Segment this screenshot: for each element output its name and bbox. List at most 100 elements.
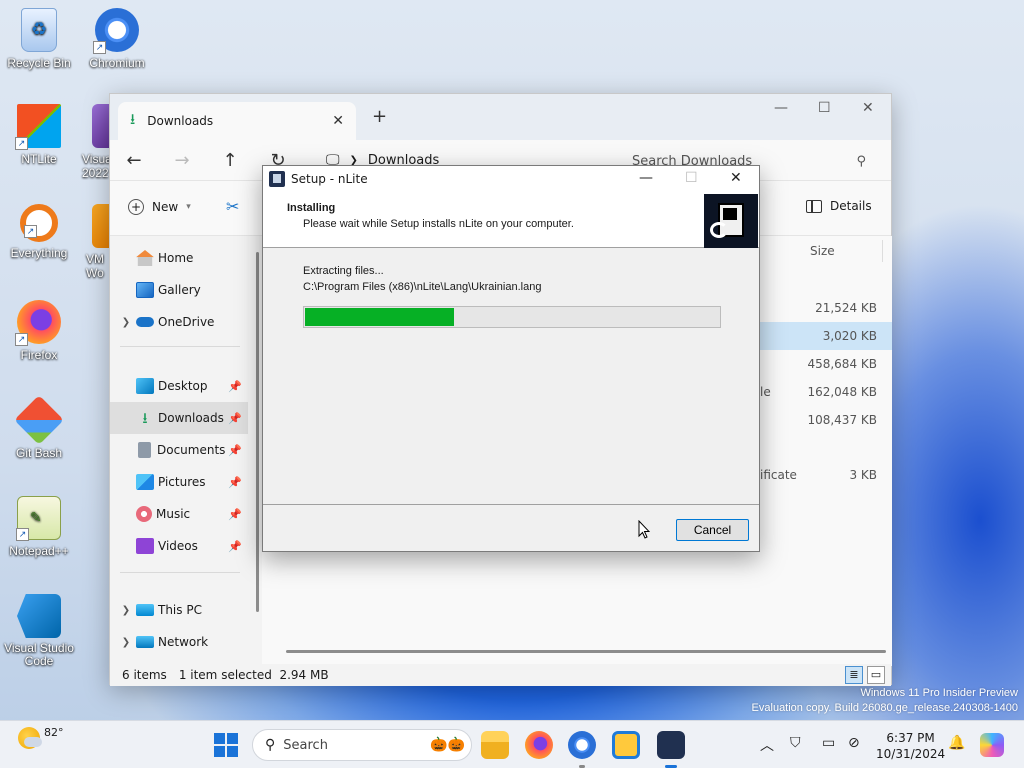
sidebar-item-label: Documents (157, 443, 226, 457)
back-button[interactable]: ← (110, 150, 158, 171)
dialog-title-bar[interactable]: Setup - nLite — ☐ ✕ (263, 166, 759, 192)
nlite-setup-taskbar-icon[interactable] (657, 731, 685, 768)
desktop-icon-notepad-plus-plus[interactable]: ✎ ↗ Notepad++ (1, 496, 77, 558)
network-status-icon[interactable]: ⛉ (790, 735, 801, 751)
mouse-cursor-icon (638, 520, 650, 539)
desktop-icon-vscode[interactable]: Visual Studio Code (1, 594, 77, 668)
desktop-icon-vmware[interactable]: VM Wo (72, 204, 112, 280)
sidebar-item-onedrive[interactable]: ❯ OneDrive (110, 306, 248, 338)
maximize-button: ☐ (685, 170, 698, 186)
desktop-icon-label: Everything (10, 246, 68, 260)
this-pc-icon (136, 604, 154, 616)
desktop-icon-firefox[interactable]: ↗ Firefox (1, 300, 77, 362)
file-size: 3 KB (849, 468, 877, 482)
sidebar-item-label: Videos (158, 539, 198, 553)
tiles-view-button[interactable]: ▭ (867, 666, 885, 684)
minimize-button[interactable]: — (774, 100, 788, 116)
status-bar: 6 items 1 item selected 2.94 MB ≣ ▭ (110, 664, 891, 686)
wizard-page-title: Installing (287, 202, 336, 214)
weather-widget[interactable]: 82° (18, 725, 64, 749)
desktop-icon-git-bash[interactable]: Git Bash (1, 395, 77, 460)
volume-muted-icon[interactable]: ⊘ (848, 735, 860, 751)
column-divider[interactable] (882, 240, 883, 262)
temperature: 82° (44, 725, 64, 739)
everything-icon: ↗ (20, 204, 58, 242)
sidebar-item-documents[interactable]: Documents 📌 (110, 434, 248, 466)
desktop-folder-icon (136, 378, 154, 394)
display-icon[interactable]: ▭ (822, 735, 835, 751)
file-explorer-taskbar-icon[interactable] (481, 731, 509, 759)
sidebar-item-label: Pictures (158, 475, 206, 489)
setup-dialog[interactable]: Setup - nLite — ☐ ✕ Installing Please wa… (262, 165, 760, 552)
new-tab-button[interactable]: + (372, 106, 387, 127)
notification-bell-icon[interactable]: 🔔 (948, 735, 965, 751)
ntlite-taskbar-icon[interactable] (612, 731, 640, 759)
forward-button[interactable]: → (158, 150, 206, 171)
details-view-button[interactable]: ≣ (845, 666, 863, 684)
cut-icon[interactable]: ✂ (226, 197, 239, 216)
nlite-setup-icon (269, 171, 285, 187)
taskbar-search-placeholder: Search (283, 737, 328, 753)
halloween-pumpkins-icon: 🎃🎃 (430, 737, 465, 753)
show-hidden-icons-chevron-icon[interactable]: ︿ (760, 735, 774, 755)
sidebar-item-music[interactable]: Music 📌 (110, 498, 248, 530)
chromium-icon: ↗ (93, 8, 139, 54)
sidebar-scrollbar[interactable] (256, 252, 259, 612)
minimize-button[interactable]: — (639, 170, 653, 186)
close-window-button[interactable]: ✕ (862, 100, 874, 116)
firefox-taskbar-icon[interactable] (525, 731, 553, 759)
horizontal-scrollbar[interactable] (286, 650, 886, 653)
taskbar: 82° ⚲ Search 🎃🎃 ︿ ⛉ ▭ ⊘ 6:37 PM 10/31/20… (0, 720, 1024, 768)
sidebar-item-home[interactable]: Home (110, 242, 248, 274)
shortcut-arrow-icon: ↗ (16, 528, 29, 541)
details-pane-icon (806, 199, 822, 213)
desktop-icon-everything[interactable]: ↗ Everything (1, 204, 77, 260)
pin-icon: 📌 (228, 443, 242, 457)
desktop-icon-visual-studio[interactable]: Visua 2022 (72, 104, 112, 180)
chevron-right-icon[interactable]: ❯ (118, 317, 134, 328)
wizard-header: Installing Please wait while Setup insta… (263, 192, 759, 248)
music-icon (136, 506, 152, 522)
recycle-bin-icon: ♻ (21, 8, 57, 52)
shortcut-arrow-icon: ↗ (15, 137, 28, 150)
copilot-icon[interactable] (980, 733, 1004, 757)
up-button[interactable]: ↑ (206, 150, 254, 171)
chromium-taskbar-icon[interactable] (568, 731, 596, 768)
chevron-right-icon[interactable]: ❯ (118, 637, 134, 648)
close-tab-icon[interactable]: ✕ (332, 113, 344, 129)
install-status: Extracting files... (303, 265, 384, 277)
desktop-icon-recycle-bin[interactable]: ♻ Recycle Bin (1, 8, 77, 70)
pictures-icon (136, 474, 154, 490)
sidebar-item-videos[interactable]: Videos 📌 (110, 530, 248, 562)
file-size: 3,020 KB (822, 329, 877, 343)
sidebar-item-gallery[interactable]: Gallery (110, 274, 248, 306)
sidebar-item-downloads[interactable]: ⭳ Downloads 📌 (110, 402, 248, 434)
pin-icon: 📌 (228, 539, 242, 553)
sidebar-item-desktop[interactable]: Desktop 📌 (110, 370, 248, 402)
tab-downloads[interactable]: ⭳ Downloads ✕ (118, 102, 356, 140)
sidebar-item-pictures[interactable]: Pictures 📌 (110, 466, 248, 498)
tab-strip: ⭳ Downloads ✕ + — ☐ ✕ (110, 94, 891, 140)
cancel-button[interactable]: Cancel (676, 519, 749, 541)
taskbar-search[interactable]: ⚲ Search 🎃🎃 (252, 729, 472, 761)
shortcut-arrow-icon: ↗ (93, 41, 106, 54)
new-button[interactable]: + New ▾ (128, 199, 191, 215)
clock-date: 10/31/2024 (876, 747, 946, 761)
sidebar-item-this-pc[interactable]: ❯ This PC (110, 594, 248, 626)
close-button[interactable]: ✕ (730, 170, 742, 186)
search-icon: ⚲ (265, 737, 276, 753)
details-button[interactable]: Details (806, 199, 872, 213)
maximize-button[interactable]: ☐ (818, 100, 831, 116)
chevron-down-icon: ▾ (186, 202, 191, 212)
dialog-divider (263, 504, 759, 505)
desktop-icon-ntlite[interactable]: ↗ NTLite (1, 104, 77, 166)
watermark-line: Windows 11 Pro Insider Preview (860, 687, 1018, 699)
sidebar-item-network[interactable]: ❯ Network (110, 626, 248, 658)
column-header-size[interactable]: Size (810, 244, 835, 258)
sidebar-divider (120, 572, 240, 573)
system-clock[interactable]: 6:37 PM 10/31/2024 (876, 730, 945, 762)
start-button[interactable] (214, 733, 238, 757)
desktop-icon-chromium[interactable]: ↗ Chromium (79, 8, 155, 70)
chevron-right-icon[interactable]: ❯ (118, 605, 134, 616)
sidebar-item-label: Network (158, 635, 209, 649)
